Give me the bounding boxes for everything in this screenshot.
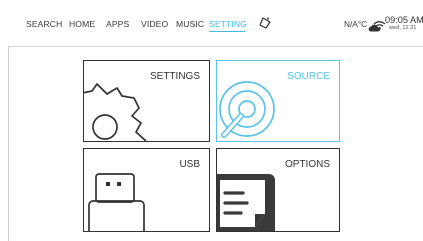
document-icon bbox=[217, 174, 275, 231]
nav-item-music[interactable]: MUSIC bbox=[176, 19, 204, 29]
nav-item-setting[interactable]: SETTING bbox=[209, 19, 247, 29]
nav-item-home[interactable]: HOME bbox=[69, 19, 95, 29]
content-frame-left-border bbox=[8, 46, 9, 241]
active-tab-indicator bbox=[209, 31, 245, 32]
temperature-readout: N/A°C bbox=[344, 19, 368, 29]
gear-icon bbox=[84, 83, 147, 141]
options-tile[interactable]: OPTIONS bbox=[216, 148, 340, 232]
clock-date: wed, 12.31 bbox=[389, 25, 417, 31]
content-frame-top-border bbox=[8, 46, 423, 47]
nav-item-video[interactable]: VIDEO bbox=[141, 19, 168, 29]
settings-tile[interactable]: SETTINGS bbox=[83, 60, 210, 142]
clock-time: 09:05 AM bbox=[385, 15, 423, 25]
disc-icon bbox=[219, 81, 275, 138]
usb-drive-icon bbox=[88, 173, 145, 231]
top-navigation-bar: SEARCH HOME APPS VIDEO MUSIC SETTING N/A… bbox=[0, 0, 423, 46]
nav-item-apps[interactable]: APPS bbox=[106, 19, 129, 29]
source-tile[interactable]: SOURCE bbox=[216, 60, 340, 142]
nav-item-search[interactable]: SEARCH bbox=[26, 19, 62, 29]
clean-icon[interactable] bbox=[258, 16, 272, 35]
usb-tile[interactable]: USB bbox=[83, 148, 210, 232]
